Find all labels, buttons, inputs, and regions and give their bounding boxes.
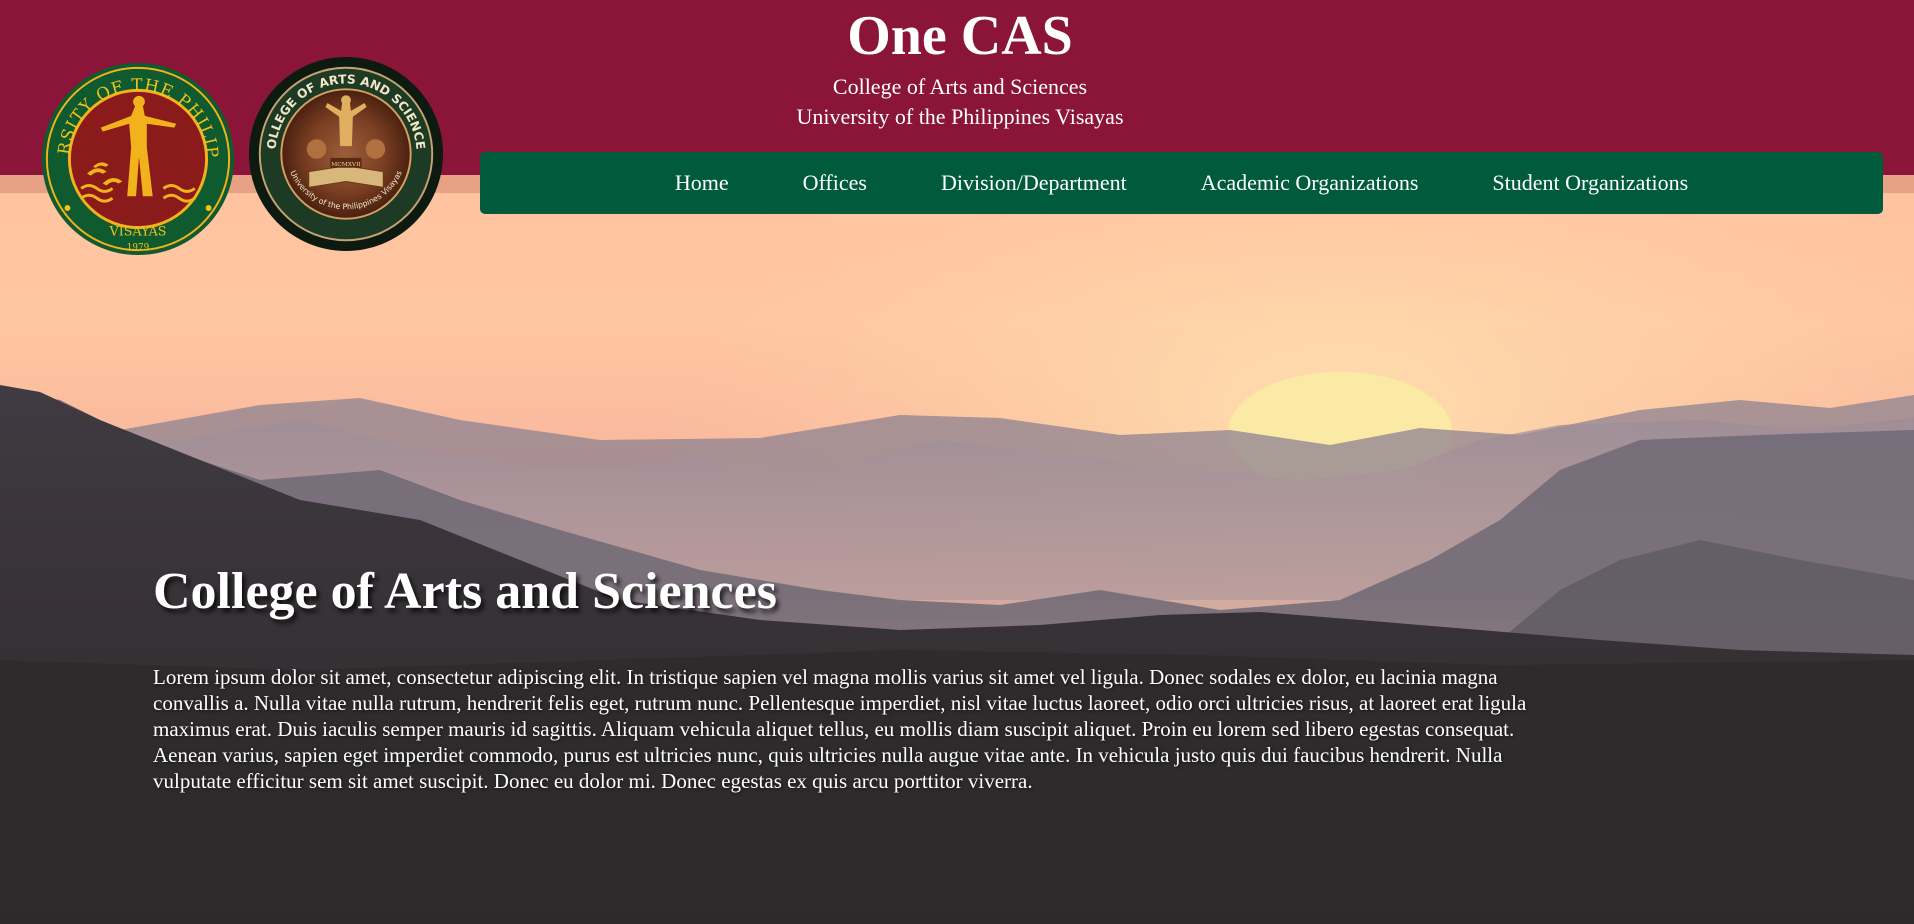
- svg-text:MCMXVII: MCMXVII: [331, 162, 361, 168]
- site-subtitle-college: College of Arts and Sciences: [832, 74, 1088, 99]
- nav-item-home[interactable]: Home: [638, 170, 766, 196]
- up-visayas-seal-logo[interactable]: UNIVERSITY OF THE PHILIPPINES VISAYAS 19…: [40, 61, 236, 257]
- site-title[interactable]: One CAS: [660, 8, 1260, 64]
- hero-content: College of Arts and Sciences Lorem ipsum…: [153, 560, 1573, 794]
- hero-body-text: Lorem ipsum dolor sit amet, consectetur …: [153, 665, 1527, 793]
- cas-seal-logo[interactable]: COLLEGE OF ARTS AND SCIENCES University …: [248, 56, 444, 252]
- nav-item-division-department[interactable]: Division/Department: [904, 170, 1164, 196]
- svg-text:VISAYAS: VISAYAS: [109, 224, 167, 239]
- nav-item-academic-organizations[interactable]: Academic Organizations: [1164, 170, 1456, 196]
- hero-heading: College of Arts and Sciences: [153, 563, 777, 620]
- site-subtitle-university: University of the Philippines Visayas: [796, 104, 1124, 129]
- page: One CAS College of Arts and Sciences Uni…: [0, 0, 1914, 924]
- nav-item-offices[interactable]: Offices: [766, 170, 904, 196]
- site-title-block: One CAS College of Arts and Sciences Uni…: [660, 0, 1260, 132]
- main-navigation: Home Offices Division/Department Academi…: [480, 152, 1883, 214]
- svg-text:1979: 1979: [127, 243, 150, 253]
- nav-item-student-organizations[interactable]: Student Organizations: [1455, 170, 1725, 196]
